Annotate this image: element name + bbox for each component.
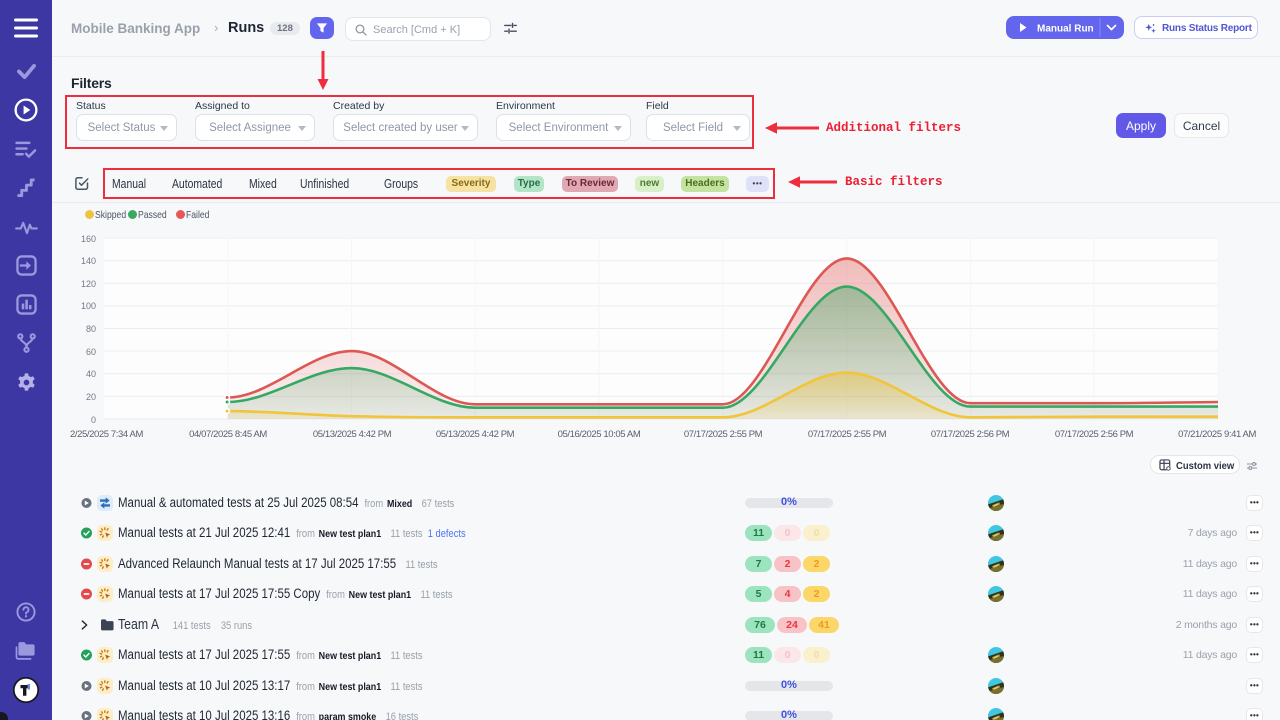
svg-text:Manual Run: Manual Run — [1037, 24, 1094, 35]
